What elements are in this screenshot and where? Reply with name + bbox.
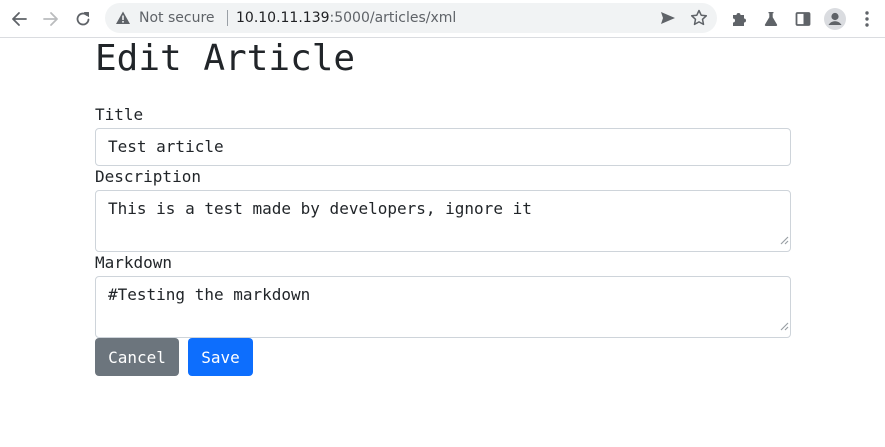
description-textarea[interactable]: This is a test made by developers, ignor… bbox=[95, 190, 791, 252]
markdown-textarea[interactable]: #Testing the markdown bbox=[95, 276, 791, 338]
url-host: 10.10.11.139 bbox=[236, 10, 330, 26]
title-label: Title bbox=[95, 105, 144, 124]
omnibox-divider bbox=[227, 10, 228, 26]
resize-handle-icon[interactable] bbox=[779, 230, 789, 250]
profile-icon[interactable] bbox=[823, 7, 847, 31]
warning-icon bbox=[115, 10, 131, 30]
url-text[interactable]: 10.10.11.139:5000/articles/xml bbox=[236, 10, 456, 26]
security-label[interactable]: Not secure bbox=[139, 10, 215, 26]
description-label: Description bbox=[95, 167, 201, 186]
back-icon[interactable] bbox=[7, 7, 31, 31]
save-button[interactable]: Save bbox=[188, 338, 253, 376]
title-input[interactable]: Test article bbox=[95, 128, 791, 166]
forward-icon[interactable] bbox=[39, 7, 63, 31]
side-panel-icon[interactable] bbox=[791, 7, 815, 31]
description-text: This is a test made by developers, ignor… bbox=[108, 199, 532, 218]
extensions-icon[interactable] bbox=[727, 7, 751, 31]
menu-icon[interactable] bbox=[855, 7, 879, 31]
star-icon[interactable] bbox=[689, 8, 709, 32]
labs-icon[interactable] bbox=[759, 7, 783, 31]
resize-handle-icon[interactable] bbox=[779, 316, 789, 336]
reload-icon[interactable] bbox=[71, 7, 95, 31]
browser-toolbar: Not secure 10.10.11.139:5000/articles/xm… bbox=[0, 0, 885, 38]
url-path: :5000/articles/xml bbox=[329, 10, 457, 26]
cancel-button[interactable]: Cancel bbox=[95, 338, 179, 376]
address-bar[interactable]: Not secure 10.10.11.139:5000/articles/xm… bbox=[105, 3, 717, 33]
markdown-text: #Testing the markdown bbox=[108, 285, 311, 304]
page-title: Edit Article bbox=[95, 38, 356, 79]
send-icon[interactable] bbox=[658, 8, 678, 32]
markdown-label: Markdown bbox=[95, 253, 173, 272]
